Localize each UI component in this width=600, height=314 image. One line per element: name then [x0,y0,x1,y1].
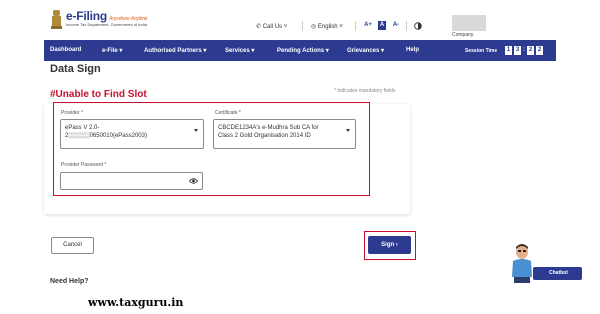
language-selector[interactable]: ◎ English ˅ [311,23,343,30]
password-label: Provider Password * [61,162,107,168]
certificate-value-line2: Class 2 Gold Organisation 2014 ID [218,133,311,139]
session-time-label: Session Time [465,48,498,54]
call-us-link[interactable]: ✆ Call Us ˅ [256,23,287,30]
provider-value-line2: 2░░░░░0650010(ePass2003) [65,133,147,139]
timer-digit: 2 [527,46,534,55]
font-normal-button[interactable]: A [378,21,386,30]
nav-services[interactable]: Services ▾ [225,47,254,54]
chevron-down-icon [194,129,198,132]
need-help-heading: Need Help? [50,278,89,285]
page-title: Data Sign [50,63,101,75]
nav-authorised-partners[interactable]: Authorised Partners ▾ [144,47,206,54]
certificate-value-line1: CBCDE1234A's e-Mudhra Sub CA for [218,125,319,131]
user-avatar[interactable] [452,15,486,31]
provider-select[interactable]: ePass V 2.0- 2░░░░░0650010(ePass2003) [60,119,204,149]
annotation-text: #Unable to Find Slot [50,89,147,100]
divider [302,21,303,31]
call-us-label: Call Us [262,24,283,30]
provider-password-input[interactable] [60,172,203,190]
certificate-label: Certificate * [215,110,241,116]
sign-button[interactable]: Sign › [368,236,411,254]
watermark-text: www.taxguru.in [88,296,184,309]
mandatory-note: * Indicates mandatory fields [334,88,396,94]
nav-dashboard[interactable]: Dashboard [50,47,81,53]
chevron-down-icon: ˅ [339,24,343,30]
chevron-down-icon: ˅ [283,24,288,30]
phone-icon: ✆ [256,24,262,30]
main-nav: Dashboard e-File ▾ Authorised Partners ▾… [44,40,556,61]
divider [406,21,407,31]
certificate-select[interactable]: CBCDE1234A's e-Mudhra Sub CA for Class 2… [213,119,356,149]
language-label: English [317,24,338,30]
timer-digit: 3 [514,46,521,55]
nav-help[interactable]: Help [406,47,419,53]
top-header: e-Filing Anywhere Anytime Income Tax Depa… [0,0,600,40]
chevron-down-icon [346,129,350,132]
contrast-icon[interactable] [414,22,422,30]
divider [355,21,356,31]
national-emblem-icon [51,10,62,29]
timer-colon: : [523,47,525,53]
efiling-logo[interactable]: e-Filing Anywhere Anytime Income Tax Depa… [50,9,148,33]
company-label: Company [452,32,474,38]
timer-digit: 1 [505,46,512,55]
provider-label: Provider * [61,110,83,116]
provider-value-line1: ePass V 2.0- [65,125,100,131]
nav-grievances[interactable]: Grievances ▾ [347,47,384,54]
globe-icon: ◎ [311,24,317,30]
nav-efile[interactable]: e-File ▾ [102,47,122,54]
eye-icon[interactable] [189,177,198,185]
brand-name: e-Filing [66,9,108,23]
timer-digit: 2 [536,46,543,55]
department-name: Income Tax Department, Government of Ind… [66,22,147,27]
chatbot-button[interactable]: Chatbot [533,267,582,280]
cancel-button[interactable]: Cancel [51,237,94,254]
page: e-Filing Anywhere Anytime Income Tax Depa… [0,0,600,314]
font-decrease-button[interactable]: A- [392,21,400,30]
nav-pending-actions[interactable]: Pending Actions ▾ [277,47,329,54]
font-increase-button[interactable]: A+ [364,21,372,30]
chatbot-avatar-icon[interactable] [508,243,536,285]
